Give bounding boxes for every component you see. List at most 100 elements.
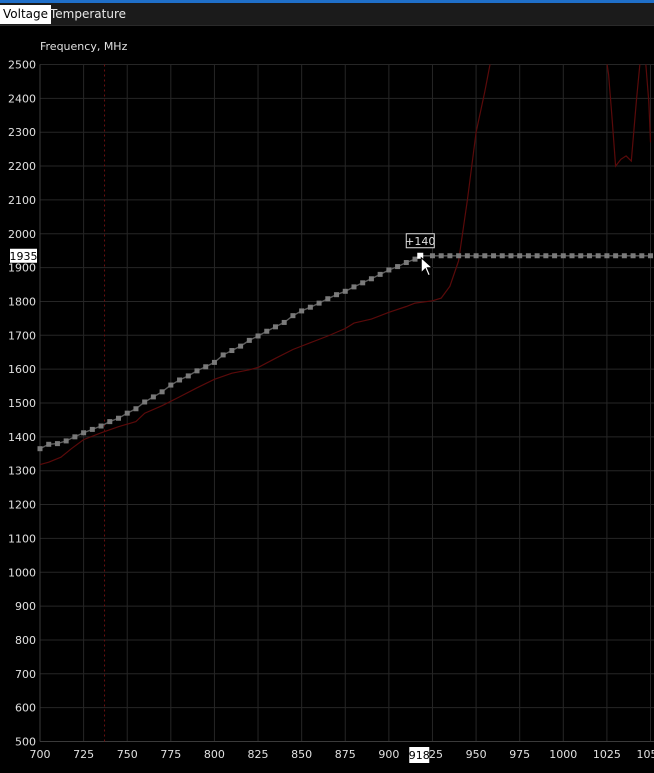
y-tick-label: 900	[15, 600, 36, 613]
y-tick-label: 1100	[8, 532, 36, 545]
curve-point[interactable]	[360, 280, 366, 286]
selected-curve-point[interactable]	[417, 252, 424, 259]
curve-point[interactable]	[517, 253, 523, 259]
curve-point[interactable]	[307, 304, 313, 310]
y-tick-label: 1000	[8, 566, 36, 579]
curve-point[interactable]	[429, 253, 435, 259]
curve-point[interactable]	[525, 253, 531, 259]
x-tick-label: 800	[204, 748, 225, 761]
curve-point[interactable]	[377, 271, 383, 277]
curve-point[interactable]	[194, 368, 200, 374]
x-tick-label: 775	[160, 748, 181, 761]
curve-point[interactable]	[229, 348, 235, 354]
curve-point[interactable]	[220, 352, 226, 358]
curve-point[interactable]	[621, 253, 627, 259]
curve-point[interactable]	[560, 253, 566, 259]
curve-point[interactable]	[595, 253, 601, 259]
curve-point[interactable]	[211, 359, 217, 365]
curve-point[interactable]	[281, 319, 287, 325]
y-tick-label: 2100	[8, 194, 36, 207]
curve-point[interactable]	[534, 253, 540, 259]
x-tick-label: 900	[378, 748, 399, 761]
x-tick-label: 700	[30, 748, 51, 761]
curve-point[interactable]	[142, 399, 148, 405]
curve-point[interactable]	[325, 296, 331, 302]
x-tick-label: 950	[466, 748, 487, 761]
curve-point[interactable]	[342, 288, 348, 294]
x-tick-label: 975	[509, 748, 530, 761]
curve-point[interactable]	[412, 256, 418, 262]
curve-point[interactable]	[316, 300, 322, 306]
y-tick-label: 2500	[8, 59, 36, 72]
curve-point[interactable]	[150, 394, 156, 400]
curve-point[interactable]	[613, 253, 619, 259]
curve-point[interactable]	[639, 253, 645, 259]
curve-point[interactable]	[648, 253, 654, 259]
curve-point[interactable]	[255, 333, 261, 339]
curve-point[interactable]	[115, 415, 121, 421]
x-tick-label: 875	[335, 748, 356, 761]
curve-point[interactable]	[395, 264, 401, 270]
curve-point[interactable]	[168, 382, 174, 388]
y-tick-label: 2000	[8, 228, 36, 241]
curve-point[interactable]	[107, 419, 113, 425]
curve-point[interactable]	[54, 441, 60, 447]
curve-point[interactable]	[403, 260, 409, 266]
curve-point[interactable]	[63, 438, 69, 444]
curve-point[interactable]	[124, 410, 130, 416]
curve-point[interactable]	[456, 253, 462, 259]
x-tick-label: 750	[117, 748, 138, 761]
y-tick-label: 2300	[8, 126, 36, 139]
curve-point[interactable]	[464, 253, 470, 259]
curve-point[interactable]	[246, 337, 252, 343]
curve-point[interactable]	[482, 253, 488, 259]
x-cursor-readout-label: 918	[409, 749, 430, 762]
curve-point[interactable]	[499, 253, 505, 259]
x-tick-label: 1000	[549, 748, 577, 761]
curve-point[interactable]	[508, 253, 514, 259]
curve-point[interactable]	[98, 423, 104, 429]
curve-point[interactable]	[46, 441, 52, 447]
curve-point[interactable]	[569, 253, 575, 259]
curve-point[interactable]	[552, 253, 558, 259]
curve-point[interactable]	[447, 253, 453, 259]
curve-point[interactable]	[299, 308, 305, 314]
y-tick-label: 1800	[8, 295, 36, 308]
x-tick-label: 725	[73, 748, 94, 761]
curve-point[interactable]	[604, 253, 610, 259]
x-tick-label: 1050	[637, 748, 654, 761]
y-tick-label: 1700	[8, 329, 36, 342]
curve-point[interactable]	[334, 292, 340, 298]
curve-point[interactable]	[543, 253, 549, 259]
y-tick-label: 2200	[8, 160, 36, 173]
curve-point[interactable]	[578, 253, 584, 259]
curve-point[interactable]	[133, 406, 139, 412]
curve-point[interactable]	[368, 276, 374, 282]
curve-point[interactable]	[438, 253, 444, 259]
curve-point[interactable]	[37, 446, 43, 452]
curve-point[interactable]	[630, 253, 636, 259]
curve-point[interactable]	[177, 377, 183, 383]
curve-point[interactable]	[290, 313, 296, 319]
curve-point[interactable]	[238, 343, 244, 349]
y-tick-label: 1200	[8, 499, 36, 512]
curve-point[interactable]	[491, 253, 497, 259]
curve-point[interactable]	[272, 324, 278, 330]
curve-point[interactable]	[386, 267, 392, 273]
curve-point[interactable]	[473, 253, 479, 259]
curve-point[interactable]	[586, 253, 592, 259]
y-tick-label: 1600	[8, 363, 36, 376]
y-tick-label: 700	[15, 668, 36, 681]
curve-point[interactable]	[203, 364, 209, 370]
curve-point[interactable]	[159, 389, 165, 395]
curve-point[interactable]	[72, 434, 78, 440]
curve-point[interactable]	[351, 284, 357, 290]
y-tick-label: 1500	[8, 397, 36, 410]
curve-point[interactable]	[81, 430, 87, 436]
curve-point[interactable]	[185, 373, 191, 379]
curve-point[interactable]	[89, 426, 95, 432]
y-tick-label: 2400	[8, 92, 36, 105]
curve-point[interactable]	[264, 328, 270, 334]
x-tick-label: 850	[291, 748, 312, 761]
voltage-frequency-chart[interactable]: 500 600 700 800 900 1000 1100 1200 1300 1400 1500 1…	[0, 0, 654, 773]
